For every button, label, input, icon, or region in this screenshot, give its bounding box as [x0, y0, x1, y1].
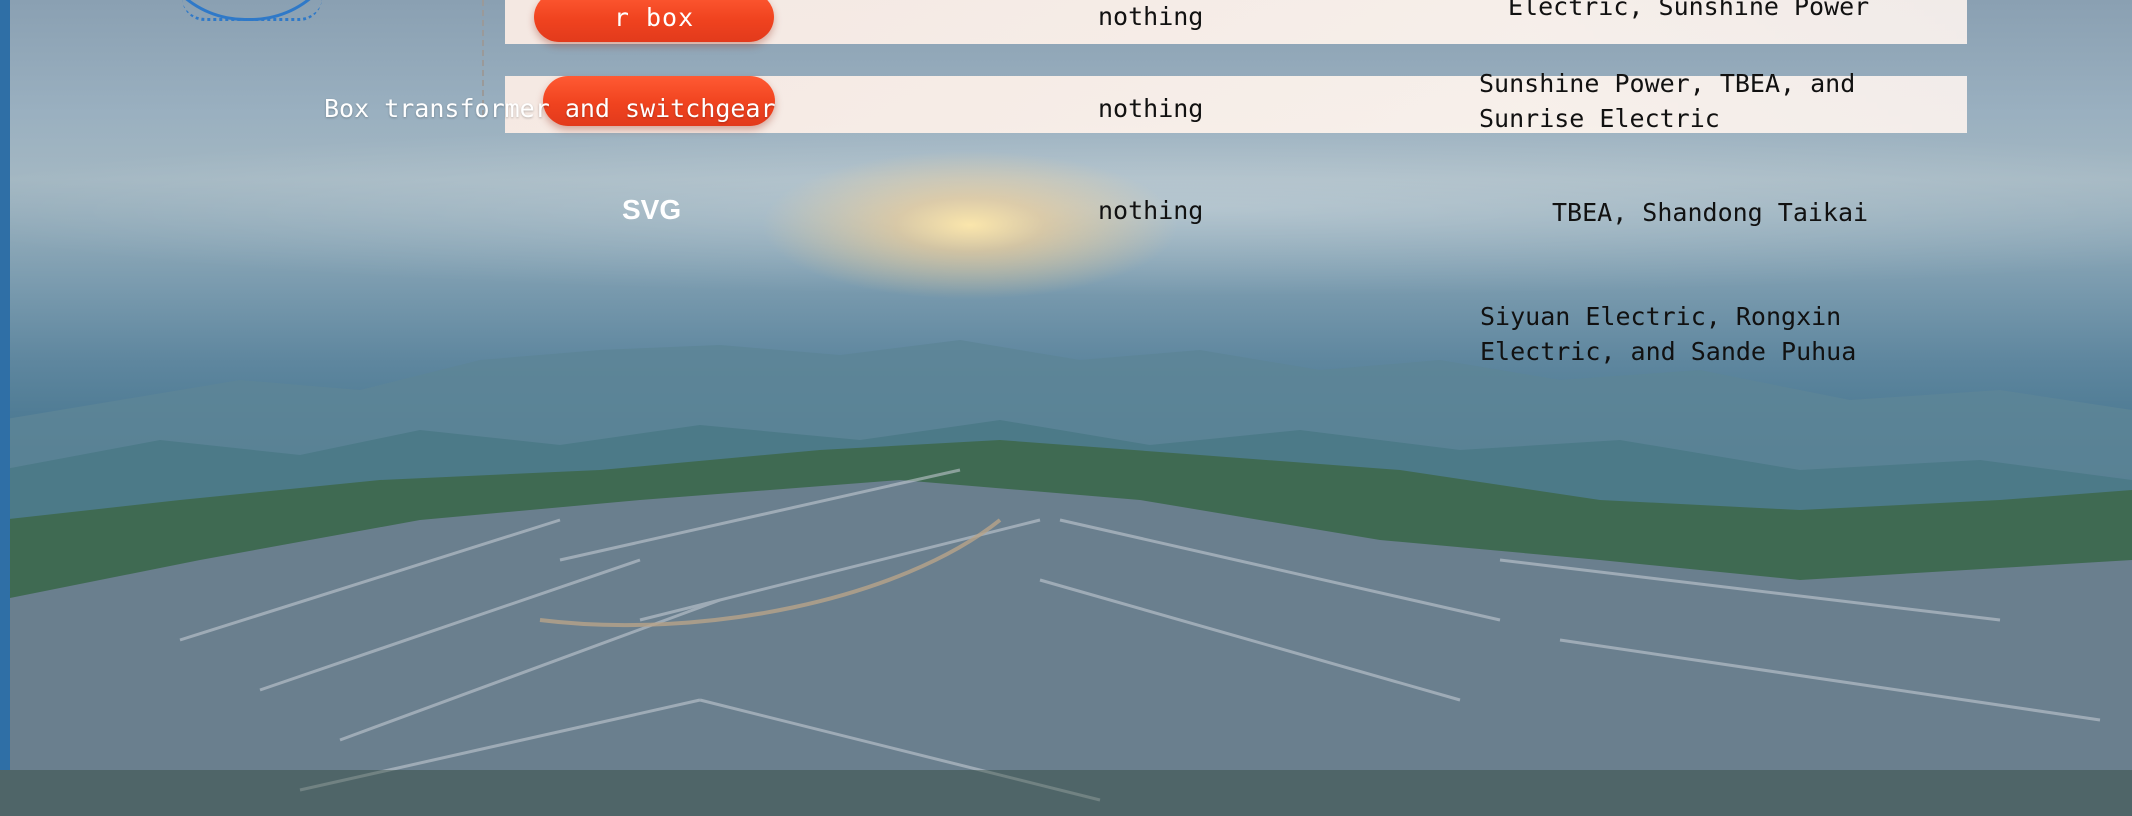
- supplier-cell-line-2: Electric, and Sande Puhua: [1480, 337, 1857, 366]
- supplier-cell: Electric, Sunshine Power: [1508, 0, 1870, 21]
- left-edge-strip: [0, 0, 10, 770]
- bottom-shade: [0, 770, 2132, 816]
- component-pill-1: r box: [534, 0, 774, 42]
- component-label: r box: [613, 2, 695, 32]
- status-cell: nothing: [1098, 2, 1204, 31]
- supplier-cell-line-1: Sunshine Power, TBEA, and: [1479, 69, 1856, 98]
- supplier-cell-line-1: Siyuan Electric, Rongxin: [1480, 302, 1842, 331]
- supplier-cell: TBEA, Shandong Taikai: [1552, 198, 1869, 227]
- status-cell: nothing: [1098, 94, 1204, 123]
- component-label: Box transformer and switchgear: [324, 94, 776, 123]
- component-label: SVG: [622, 194, 682, 225]
- supplier-cell-line-2: Sunrise Electric: [1479, 104, 1720, 133]
- diagram-dotted-arc: [182, 0, 322, 21]
- status-cell: nothing: [1098, 196, 1204, 225]
